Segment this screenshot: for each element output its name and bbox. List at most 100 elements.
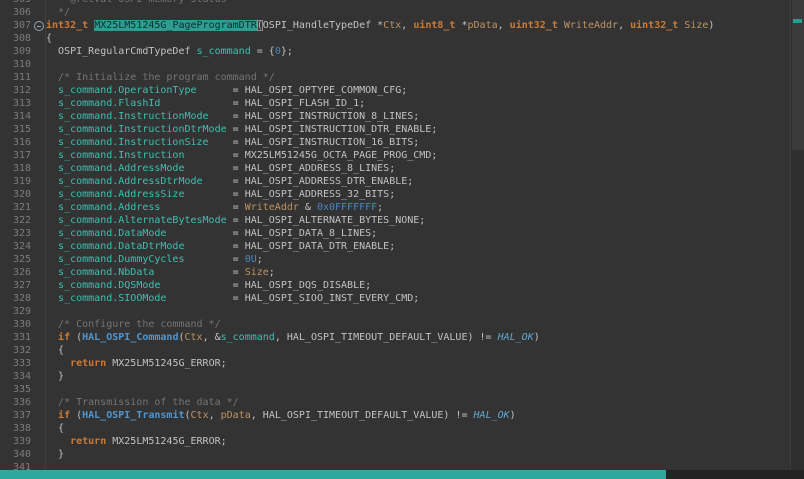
code-token: = [160,98,245,109]
code-token: = [154,267,245,278]
fold-column [31,6,46,19]
horizontal-scrollbar-thumb[interactable] [0,470,666,479]
code-token: WriteAddr [563,20,619,31]
line-number: 315 [12,124,31,135]
code-text: s_command.InstructionSize = HAL_OSPI_INS… [46,136,790,149]
code-token: pData [467,20,498,31]
code-token: ) [708,20,715,31]
line-number: 325 [12,254,31,265]
code-token: ( [70,410,83,421]
code-token: HAL_OSPI_INSTRUCTION_8_LINES; [244,111,420,122]
code-token: /* Configure the command */ [46,319,221,330]
code-line: 336 /* Transmission of the data */ [0,396,790,409]
horizontal-scrollbar[interactable] [0,470,804,479]
code-token: s_command.OperationType [58,85,197,96]
code-line: 308 { [0,32,790,45]
fold-column [31,136,46,149]
code-token: HAL_OSPI_DATA_DTR_ENABLE; [244,241,396,252]
line-number: 316 [12,137,31,148]
line-number: 332 [12,345,31,356]
code-text: s_command.AddressDtrMode = HAL_OSPI_ADDR… [46,175,790,188]
code-lines[interactable]: 305 * @retval OSPI memory status306 */30… [0,0,790,474]
code-text: s_command.DataMode = HAL_OSPI_DATA_8_LIN… [46,227,790,240]
code-line: 317 s_command.Instruction = MX25LM51245G… [0,149,790,162]
code-token: * [455,20,468,31]
code-token: HAL_OSPI_ADDRESS_32_BITS; [244,189,396,200]
fold-column [31,97,46,110]
code-token: } [46,371,65,382]
code-line: 340 } [0,448,790,461]
code-token: s_command.Instruction [58,150,185,161]
code-token: } [46,449,65,460]
code-line: 337 if (HAL_OSPI_Transmit(Ctx, pData, HA… [0,409,790,422]
code-token: s_command.DummyCycles [58,254,185,265]
code-token: , [274,332,287,343]
fold-collapse-icon[interactable] [34,21,44,31]
code-line: 321 s_command.Address = WriteAddr & 0x0F… [0,201,790,214]
code-editor: 305 * @retval OSPI memory status306 */30… [0,0,804,479]
code-line: 320 s_command.AddressSize = HAL_OSPI_ADD… [0,188,790,201]
fold-column [31,396,46,409]
line-number: 319 [12,176,31,187]
line-number: 320 [12,189,31,200]
code-token: Size [244,267,269,278]
line-number: 310 [12,59,31,70]
fold-column [31,409,46,422]
code-token: HAL_OK [497,332,534,343]
fold-column [31,370,46,383]
vertical-scrollbar[interactable] [790,0,804,470]
code-line: 310 [0,58,790,71]
code-token: ) [533,332,540,343]
code-line: 314 s_command.InstructionMode = HAL_OSPI… [0,110,790,123]
fold-column [31,162,46,175]
fold-column [31,279,46,292]
fold-column [31,383,46,396]
code-text: s_command.AddressMode = HAL_OSPI_ADDRESS… [46,162,790,175]
code-token: HAL_OSPI_DATA_8_LINES; [244,228,378,239]
code-token: ; [377,202,384,213]
code-token: HAL_OSPI_Transmit [82,410,185,421]
code-token: Size [684,20,709,31]
fold-column [31,266,46,279]
code-token: * [371,20,384,31]
code-line: 316 s_command.InstructionSize = HAL_OSPI… [0,136,790,149]
line-number: 328 [12,293,31,304]
fold-column [31,422,46,435]
code-text: s_command.DummyCycles = 0U; [46,253,790,266]
code-token: s_command.Address [58,202,161,213]
code-line: 318 s_command.AddressMode = HAL_OSPI_ADD… [0,162,790,175]
fold-column [31,84,46,97]
code-line: 309 OSPI_RegularCmdTypeDef s_command = {… [0,45,790,58]
code-text: s_command.InstructionMode = HAL_OSPI_INS… [46,110,790,123]
line-number: 317 [12,150,31,161]
line-number: 314 [12,111,31,122]
code-token: Ctx [184,332,203,343]
fold-column [31,305,46,318]
code-text: s_command.NbData = Size; [46,266,790,279]
line-number: 331 [12,332,31,343]
line-number: 323 [12,228,31,239]
code-text: s_command.SIOOMode = HAL_OSPI_SIOO_INST_… [46,292,790,305]
fold-column [31,253,46,266]
code-token: }; [280,46,293,57]
fold-column [31,227,46,240]
line-number: 313 [12,98,31,109]
code-token: s_command.DataDtrMode [58,241,185,252]
occurrence-marker[interactable] [793,19,802,23]
code-text: s_command.Address = WriteAddr & 0x0FFFFF… [46,201,790,214]
code-token: if [58,410,71,421]
code-line: 329 [0,305,790,318]
code-line: 323 s_command.DataMode = HAL_OSPI_DATA_8… [0,227,790,240]
code-token: , [250,410,263,421]
code-token: = [160,280,245,291]
code-token: int32_t [46,20,89,31]
line-number: 334 [12,371,31,382]
